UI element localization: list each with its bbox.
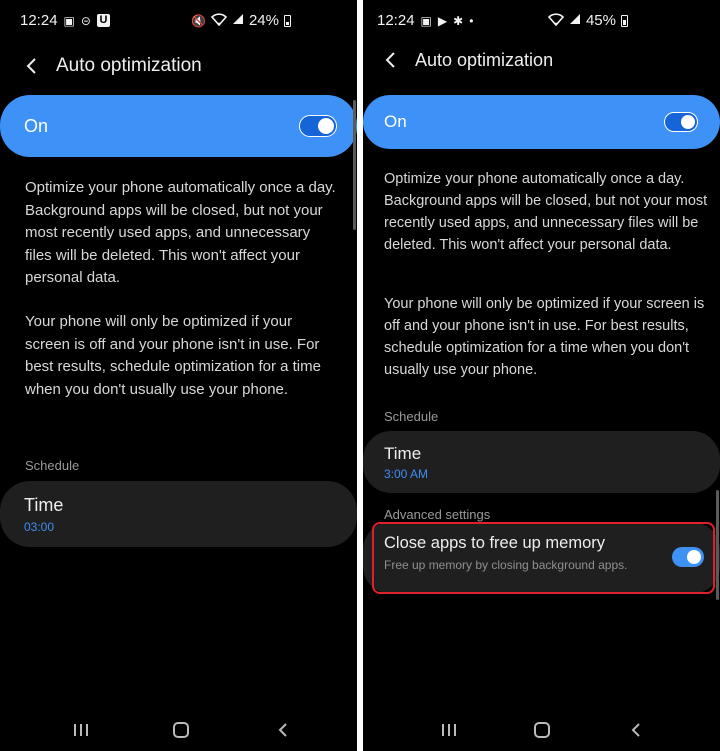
status-time: 12:24 bbox=[20, 12, 58, 29]
home-button[interactable] bbox=[529, 717, 555, 743]
play-store-icon: ▶ bbox=[437, 13, 448, 28]
recent-apps-button[interactable] bbox=[436, 717, 462, 743]
master-switch-bar[interactable]: On bbox=[0, 95, 357, 157]
description-text: Optimize your phone automatically once a… bbox=[384, 171, 708, 253]
back-arrow-icon bbox=[26, 58, 36, 74]
time-setting[interactable]: Time 03:00 bbox=[0, 481, 357, 547]
scrollbar[interactable] bbox=[353, 100, 356, 230]
recent-apps-icon bbox=[74, 724, 88, 736]
time-title: Time bbox=[24, 495, 64, 515]
left-phone-screen: 12:24 ▣ ⊝ U 🔇 24% Auto optimization On O… bbox=[0, 0, 357, 751]
toggle-knob bbox=[318, 118, 334, 134]
image-icon: ▣ bbox=[63, 13, 75, 28]
dot-icon: • bbox=[469, 13, 474, 28]
master-switch-bar[interactable]: On bbox=[363, 95, 720, 149]
nav-back-icon bbox=[631, 723, 640, 737]
nav-back-button[interactable] bbox=[623, 717, 649, 743]
home-icon bbox=[534, 722, 550, 738]
master-switch-label: On bbox=[24, 115, 49, 136]
wifi-icon bbox=[547, 12, 565, 29]
status-bar: 12:24 ▣ ▶ ✱ • 45% bbox=[363, 0, 720, 40]
toggle-knob bbox=[681, 115, 695, 129]
navigation-bar bbox=[0, 709, 357, 751]
time-title: Time bbox=[384, 444, 422, 463]
description-text: Optimize your phone automatically once a… bbox=[25, 179, 336, 286]
highlight-box bbox=[372, 522, 715, 594]
status-bar: 12:24 ▣ ⊝ U 🔇 24% bbox=[0, 0, 357, 40]
mute-icon: 🔇 bbox=[191, 13, 206, 28]
schedule-label: Schedule bbox=[384, 409, 439, 424]
back-arrow-icon bbox=[385, 52, 395, 68]
app-header: Auto optimization bbox=[363, 40, 720, 80]
status-time: 12:24 bbox=[377, 12, 415, 29]
conditions-text: Your phone will only be optimized if you… bbox=[25, 313, 321, 398]
pinwheel-icon: ✱ bbox=[453, 13, 464, 28]
schedule-label: Schedule bbox=[25, 458, 80, 473]
page-title: Auto optimization bbox=[56, 55, 202, 76]
scrollbar[interactable] bbox=[716, 490, 719, 600]
nav-back-icon bbox=[278, 723, 287, 737]
battery-percent: 24% bbox=[248, 12, 279, 29]
do-not-disturb-icon: ⊝ bbox=[80, 13, 91, 28]
wifi-icon bbox=[210, 12, 228, 29]
signal-icon bbox=[569, 13, 581, 28]
navigation-bar bbox=[363, 709, 720, 751]
u-app-icon: U bbox=[96, 14, 110, 27]
signal-icon bbox=[232, 13, 244, 28]
battery-percent: 45% bbox=[585, 12, 616, 29]
nav-back-button[interactable] bbox=[270, 717, 296, 743]
master-toggle[interactable] bbox=[664, 112, 698, 132]
battery-icon bbox=[621, 14, 628, 27]
time-value: 3:00 AM bbox=[384, 467, 429, 481]
home-button[interactable] bbox=[168, 717, 194, 743]
recent-apps-button[interactable] bbox=[68, 717, 94, 743]
back-button[interactable] bbox=[20, 54, 44, 78]
time-setting[interactable]: Time 3:00 AM bbox=[363, 431, 720, 493]
page-title: Auto optimization bbox=[415, 49, 554, 70]
app-header: Auto optimization bbox=[0, 46, 357, 86]
master-switch-label: On bbox=[384, 112, 407, 131]
master-toggle[interactable] bbox=[299, 115, 337, 137]
home-icon bbox=[173, 722, 189, 738]
back-button[interactable] bbox=[379, 48, 403, 72]
right-phone-screen: 12:24 ▣ ▶ ✱ • 45% Auto optimization On O… bbox=[363, 0, 720, 751]
recent-apps-icon bbox=[442, 724, 456, 736]
conditions-text: Your phone will only be optimized if you… bbox=[384, 296, 705, 378]
battery-icon bbox=[284, 14, 291, 27]
time-value: 03:00 bbox=[24, 520, 55, 534]
advanced-settings-label: Advanced settings bbox=[384, 507, 491, 522]
image-icon: ▣ bbox=[420, 13, 432, 28]
